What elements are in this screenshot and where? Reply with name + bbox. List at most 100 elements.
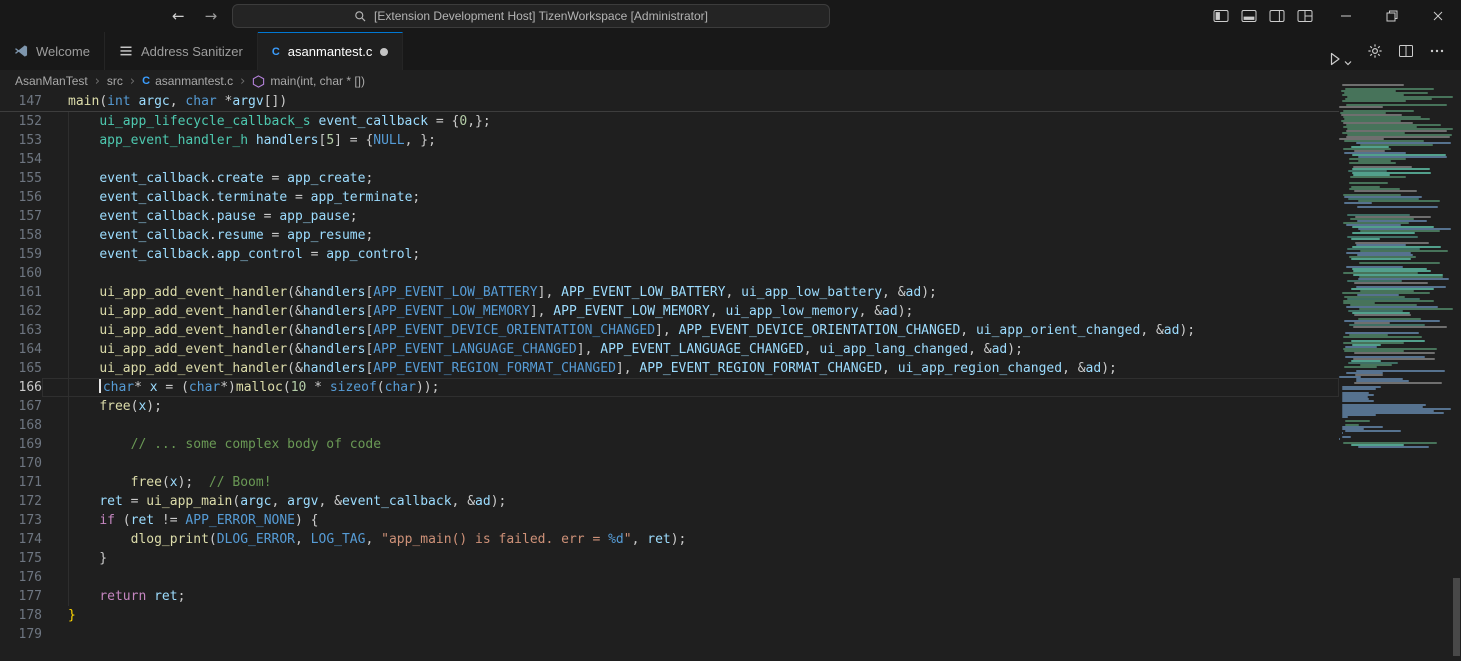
line-number[interactable]: 164 [0, 340, 42, 359]
code-token: , [804, 342, 820, 357]
tab-welcome[interactable]: Welcome [0, 32, 105, 70]
scrollbar-thumb[interactable] [1453, 578, 1460, 656]
line-content: ui_app_add_event_handler(&handlers[APP_E… [42, 302, 1339, 321]
back-button[interactable]: ← [168, 7, 189, 26]
line-number[interactable]: 170 [0, 454, 42, 473]
more-actions-icon[interactable] [1429, 35, 1445, 67]
code-line[interactable]: 179 [0, 625, 1339, 644]
breadcrumb-item-project[interactable]: AsanManTest [15, 74, 88, 88]
code-token: APP_EVENT_LANGUAGE_CHANGED [373, 342, 577, 357]
minimap-line [1342, 416, 1348, 418]
line-number[interactable]: 178 [0, 606, 42, 625]
customize-layout-icon[interactable] [1297, 0, 1313, 32]
line-number[interactable]: 155 [0, 169, 42, 188]
line-number[interactable]: 159 [0, 245, 42, 264]
code-line[interactable]: 165 ui_app_add_event_handler(&handlers[A… [0, 359, 1339, 378]
forward-button[interactable]: → [201, 7, 222, 26]
line-number[interactable]: 175 [0, 549, 42, 568]
line-number[interactable]: 160 [0, 264, 42, 283]
command-center-search[interactable]: [Extension Development Host] TizenWorksp… [232, 4, 830, 28]
code-line[interactable]: 175 } [0, 549, 1339, 568]
breadcrumb-item-src[interactable]: src [107, 74, 123, 88]
split-editor-icon[interactable] [1398, 35, 1414, 67]
code-line[interactable]: 166 char* x = (char*)malloc(10 * sizeof(… [0, 378, 1339, 397]
code-token [68, 513, 99, 528]
breadcrumb-item-file[interactable]: C asanmantest.c [142, 74, 233, 88]
gear-icon[interactable] [1367, 35, 1383, 67]
run-or-debug-button[interactable] [1327, 35, 1352, 67]
code-token: return [99, 589, 146, 604]
code-token: ,}; [467, 114, 490, 129]
minimap[interactable] [1339, 70, 1452, 661]
line-number[interactable]: 163 [0, 321, 42, 340]
sticky-scroll-line[interactable]: 147 main(int argc, char *argv[]) [0, 92, 1339, 112]
tab-asanmantest-c[interactable]: C asanmantest.c [258, 32, 404, 70]
line-number[interactable]: 168 [0, 416, 42, 435]
close-button[interactable] [1415, 0, 1461, 32]
toggle-secondary-sidebar-icon[interactable] [1269, 0, 1285, 32]
line-number[interactable]: 157 [0, 207, 42, 226]
code-line[interactable]: 164 ui_app_add_event_handler(&handlers[A… [0, 340, 1339, 359]
code-line[interactable]: 158 event_callback.resume = app_resume; [0, 226, 1339, 245]
breadcrumb-item-symbol[interactable]: main(int, char * []) [252, 74, 365, 88]
line-number[interactable]: 152 [0, 112, 42, 131]
code-token: ui_app_low_battery [741, 285, 882, 300]
line-number[interactable]: 179 [0, 625, 42, 644]
line-number[interactable]: 172 [0, 492, 42, 511]
code-token [68, 475, 131, 490]
code-line[interactable]: 161 ui_app_add_event_handler(&handlers[A… [0, 283, 1339, 302]
line-number[interactable]: 171 [0, 473, 42, 492]
line-number[interactable]: 154 [0, 150, 42, 169]
code-line[interactable]: 152 ui_app_lifecycle_callback_s event_ca… [0, 112, 1339, 131]
code-line[interactable]: 177 return ret; [0, 587, 1339, 606]
line-number[interactable]: 167 [0, 397, 42, 416]
line-number[interactable]: 165 [0, 359, 42, 378]
editor-scrollbar[interactable] [1452, 70, 1461, 661]
tab-address-sanitizer[interactable]: Address Sanitizer [105, 32, 258, 70]
code-token: app_create [287, 171, 365, 186]
minimap-line [1345, 420, 1370, 422]
code-line[interactable]: 178} [0, 606, 1339, 625]
code-line[interactable]: 154 [0, 150, 1339, 169]
minimize-button[interactable] [1323, 0, 1369, 32]
code-line[interactable]: 167 free(x); [0, 397, 1339, 416]
titlebar: ← → [Extension Development Host] TizenWo… [0, 0, 1461, 32]
code-line[interactable]: 153 app_event_handler_h handlers[5] = {N… [0, 131, 1339, 150]
line-number[interactable]: 176 [0, 568, 42, 587]
code-line[interactable]: 171 free(x); // Boom! [0, 473, 1339, 492]
code-line[interactable]: 157 event_callback.pause = app_pause; [0, 207, 1339, 226]
line-number[interactable]: 177 [0, 587, 42, 606]
line-number[interactable]: 169 [0, 435, 42, 454]
code-line[interactable]: 168 [0, 416, 1339, 435]
toggle-panel-icon[interactable] [1241, 0, 1257, 32]
code-line[interactable]: 155 event_callback.create = app_create; [0, 169, 1339, 188]
code-line[interactable]: 176 [0, 568, 1339, 587]
code-line[interactable]: 170 [0, 454, 1339, 473]
line-number[interactable]: 153 [0, 131, 42, 150]
code-line[interactable]: 173 if (ret != APP_ERROR_NONE) { [0, 511, 1339, 530]
code-token: . [209, 171, 217, 186]
code-line[interactable]: 159 event_callback.app_control = app_con… [0, 245, 1339, 264]
line-number[interactable]: 162 [0, 302, 42, 321]
search-icon [354, 10, 367, 23]
code-line[interactable]: 162 ui_app_add_event_handler(&handlers[A… [0, 302, 1339, 321]
code-line[interactable]: 169 // ... some complex body of code [0, 435, 1339, 454]
code-token: handlers [303, 285, 366, 300]
minimap-line [1342, 388, 1376, 390]
code-line[interactable]: 160 [0, 264, 1339, 283]
code-line[interactable]: 172 ret = ui_app_main(argc, argv, &event… [0, 492, 1339, 511]
code-line[interactable]: 174 dlog_print(DLOG_ERROR, LOG_TAG, "app… [0, 530, 1339, 549]
code-line[interactable]: 156 event_callback.terminate = app_termi… [0, 188, 1339, 207]
line-number[interactable]: 161 [0, 283, 42, 302]
restore-button[interactable] [1369, 0, 1415, 32]
toggle-primary-sidebar-icon[interactable] [1213, 0, 1229, 32]
line-number[interactable]: 156 [0, 188, 42, 207]
code-line[interactable]: 163 ui_app_add_event_handler(&handlers[A… [0, 321, 1339, 340]
line-number[interactable]: 174 [0, 530, 42, 549]
line-number[interactable]: 158 [0, 226, 42, 245]
code-token: // ... some complex body of code [131, 437, 381, 452]
line-number[interactable]: 173 [0, 511, 42, 530]
modified-dot-icon[interactable] [380, 48, 388, 56]
code-token [146, 589, 154, 604]
line-number[interactable]: 166 [0, 378, 42, 397]
